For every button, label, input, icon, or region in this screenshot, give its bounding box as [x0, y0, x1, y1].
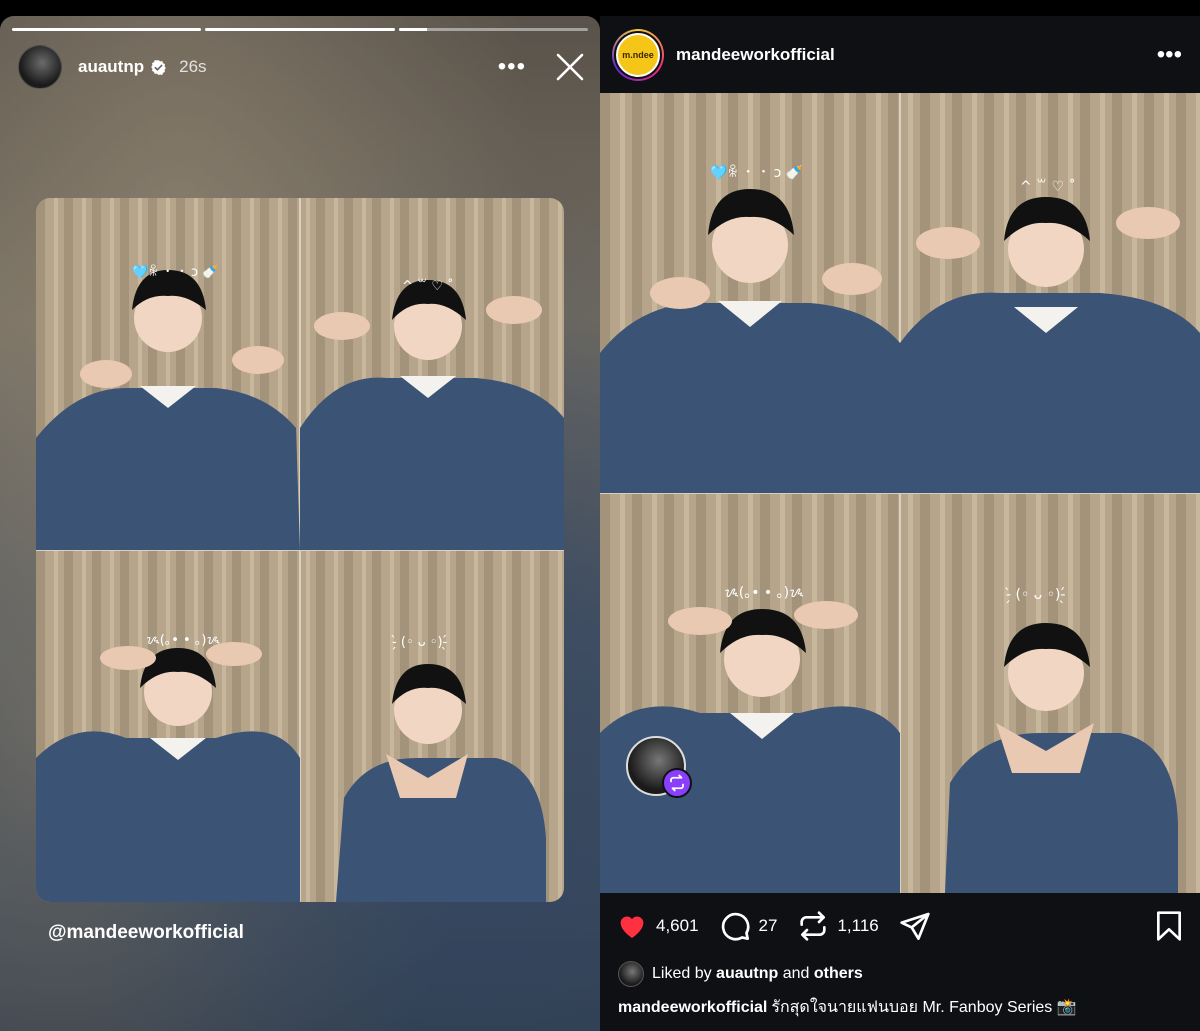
story-progress-bar [12, 28, 588, 31]
story-timestamp: 26s [179, 57, 207, 76]
repost-count: 1,116 [837, 916, 879, 935]
like-count: 4,601 [656, 916, 699, 935]
kaomoji-text: ^ ꒳ ♡ ˚ [1020, 178, 1076, 195]
post-actions: 4,601 27 1,116 [616, 908, 1184, 944]
repost-button[interactable]: 1,116 [797, 910, 879, 942]
comment-button[interactable]: 27 [719, 910, 778, 942]
post-caption: mandeeworkofficial รักสุดใจนายแฟนบอย Mr. … [618, 995, 1077, 1020]
close-icon[interactable] [554, 51, 586, 83]
liked-by-summary[interactable]: Liked by auautnp and others [618, 961, 863, 987]
caption-username[interactable]: mandeeworkofficial [618, 999, 767, 1016]
photo-cell [300, 280, 564, 550]
feed-post: m.ndee mandeeworkofficial ••• 🩵ꆜ ・ ・ ɔ 🍼… [600, 16, 1200, 1031]
post-header: m.ndee mandeeworkofficial ••• [600, 16, 1200, 93]
progress-fill [12, 28, 202, 31]
avatar-inner: m.ndee [614, 30, 662, 79]
kaomoji-text: 🩵ꆜ ・ ・ ɔ 🍼 [132, 264, 219, 280]
kaomoji-text: -̗̀ (◦ ᴗ ◦)-̖́ [391, 635, 448, 650]
story-viewer[interactable]: auautnp 26s ••• 🩵ꆜ ・ ・ ɔ 🍼 ^ ꒳ ♡ ˚ ᝰ(｡• … [0, 16, 600, 1031]
avatar [618, 961, 644, 987]
brand-logo: m.ndee [618, 34, 658, 75]
caption-text: รักสุดใจนายแฟนบอย Mr. Fanboy Series 📸 [771, 999, 1077, 1016]
progress-fill [205, 28, 395, 31]
avatar[interactable]: m.ndee [612, 28, 664, 81]
liked-by-and: and [782, 965, 810, 982]
story-username[interactable]: auautnp [78, 57, 144, 77]
kaomoji-text: ᝰ(｡• • ｡)ᝰ [724, 585, 804, 601]
photo-collage: 🩵ꆜ ・ ・ ɔ 🍼 ^ ꒳ ♡ ˚ ᝰ(｡• • ｡)ᝰ -̗̀ (◦ ᴗ ◦… [36, 198, 564, 902]
progress-segment [12, 28, 202, 31]
kaomoji-text: 🩵ꆜ ・ ・ ɔ 🍼 [710, 164, 804, 181]
repost-badge-icon [662, 768, 692, 798]
like-button[interactable]: 4,601 [616, 910, 699, 942]
story-header: auautnp 26s ••• [18, 44, 586, 90]
liked-by-prefix: Liked by [652, 965, 712, 982]
progress-segment [398, 28, 588, 31]
more-horizontal-icon[interactable]: ••• [498, 55, 526, 79]
kaomoji-text: -̗̀ (◦ ᴗ ◦)-̖́ [1005, 587, 1065, 603]
send-icon [900, 912, 930, 940]
share-button[interactable] [899, 910, 931, 942]
avatar[interactable] [18, 45, 62, 89]
save-button[interactable] [1154, 910, 1184, 942]
bookmark-icon [1157, 911, 1181, 941]
more-horizontal-icon[interactable]: ••• [1157, 42, 1182, 67]
shared-post-preview[interactable]: 🩵ꆜ ・ ・ ɔ 🍼 ^ ꒳ ♡ ˚ ᝰ(｡• • ｡)ᝰ -̗̀ (◦ ᴗ ◦… [36, 198, 564, 902]
liked-by-user[interactable]: auautnp [716, 965, 778, 983]
progress-segment [205, 28, 395, 31]
post-image[interactable]: 🩵ꆜ ・ ・ ɔ 🍼 ^ ꒳ ♡ ˚ ᝰ(｡• • ｡)ᝰ -̗̀ (◦ ᴗ ◦… [600, 93, 1200, 893]
liked-by-others[interactable]: others [814, 965, 863, 983]
post-username[interactable]: mandeeworkofficial [676, 45, 835, 65]
repost-icon [800, 911, 827, 941]
mention-sticker[interactable]: @mandeeworkofficial [48, 922, 244, 944]
kaomoji-text: ^ ꒳ ♡ ˚ [402, 278, 454, 294]
comment-icon [721, 912, 750, 941]
comment-count: 27 [758, 916, 778, 935]
heart-filled-icon [620, 916, 644, 938]
kaomoji-text: ᝰ(｡• • ｡)ᝰ [146, 633, 220, 648]
verified-badge-icon [151, 59, 166, 75]
photo-collage: 🩵ꆜ ・ ・ ɔ 🍼 ^ ꒳ ♡ ˚ ᝰ(｡• • ｡)ᝰ -̗̀ (◦ ᴗ ◦… [600, 93, 1200, 893]
progress-fill [398, 28, 428, 31]
